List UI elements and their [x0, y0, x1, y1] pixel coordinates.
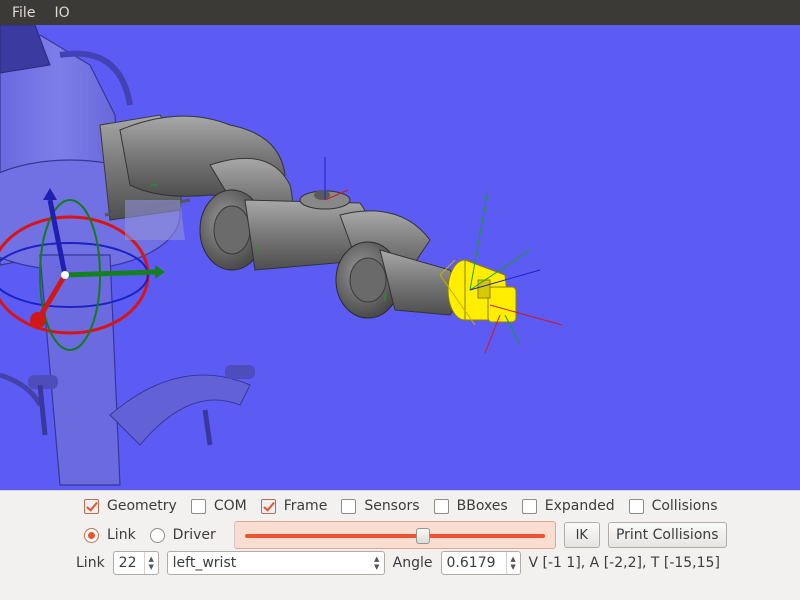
combo-arrows-icon[interactable]: ▲ ▼: [370, 552, 384, 574]
link-name-value[interactable]: left_wrist: [168, 555, 370, 571]
checkbox-box[interactable]: [260, 498, 276, 514]
spin-arrows-icon[interactable]: ▲ ▼: [143, 552, 158, 574]
menubar: File IO: [0, 0, 800, 25]
radio-label: Link: [107, 527, 136, 543]
angle-spinbox[interactable]: 0.6179 ▲ ▼: [440, 551, 521, 575]
slider-handle[interactable]: [416, 528, 431, 544]
expanded-checkbox[interactable]: Expanded: [521, 498, 615, 514]
angle-label: Angle: [392, 555, 433, 571]
control-panel: Geometry COM Frame Sensors BBoxes Expand…: [0, 490, 800, 600]
robot-scene: [0, 25, 563, 486]
menu-io[interactable]: IO: [42, 5, 76, 21]
frame-checkbox[interactable]: Frame: [260, 498, 328, 514]
checkbox-box[interactable]: [190, 498, 206, 514]
checkbox-box[interactable]: [84, 498, 99, 514]
print-collisions-button[interactable]: Print Collisions: [607, 522, 727, 548]
collisions-checkbox[interactable]: Collisions: [628, 498, 718, 514]
checkbox-label: Collisions: [651, 498, 718, 514]
bboxes-checkbox[interactable]: BBoxes: [433, 498, 508, 514]
checkbox-box[interactable]: [521, 498, 537, 514]
sensors-checkbox[interactable]: Sensors: [341, 498, 420, 514]
robot-3d-viewport[interactable]: [0, 25, 800, 490]
link-index-spinbox[interactable]: 22 ▲ ▼: [112, 551, 159, 575]
link-name-combobox[interactable]: left_wrist ▲ ▼: [166, 551, 385, 575]
driver-radio[interactable]: Driver: [149, 527, 216, 543]
link-label: Link: [76, 555, 105, 571]
mode-row: Link Driver IK Print Collisions: [0, 520, 800, 550]
radio-label: Driver: [172, 527, 216, 543]
checkbox-box[interactable]: [628, 498, 644, 514]
link-index-value[interactable]: 22: [114, 555, 144, 571]
joint-limits-text: V [-1 1], A [-2,2], T [-15,15]: [528, 555, 720, 571]
joint-slider[interactable]: [233, 521, 556, 549]
angle-value[interactable]: 0.6179: [442, 555, 506, 571]
radio-dot[interactable]: [149, 527, 165, 543]
spin-arrows-icon[interactable]: ▲ ▼: [505, 552, 520, 574]
checkbox-label: Expanded: [544, 498, 615, 514]
robot-arm: [99, 114, 458, 319]
checkbox-box[interactable]: [341, 498, 357, 514]
ik-button[interactable]: IK: [563, 522, 600, 548]
com-checkbox[interactable]: COM: [190, 498, 247, 514]
link-selection-row: Link 22 ▲ ▼ left_wrist ▲ ▼ Angle 0.6179 ▲ ▼…: [0, 550, 800, 576]
checkbox-label: BBoxes: [456, 498, 508, 514]
checkbox-box[interactable]: [433, 498, 449, 514]
slider-track[interactable]: [244, 534, 545, 538]
radio-dot[interactable]: [84, 527, 99, 543]
checkbox-label: Geometry: [107, 498, 177, 514]
menu-file[interactable]: File: [0, 5, 42, 21]
checkbox-label: Sensors: [364, 498, 420, 514]
checkbox-label: COM: [213, 498, 247, 514]
checkbox-label: Frame: [283, 498, 328, 514]
selected-link-left-wrist[interactable]: [447, 259, 517, 323]
link-radio[interactable]: Link: [84, 527, 136, 543]
geometry-checkbox[interactable]: Geometry: [84, 498, 177, 514]
display-options-row: Geometry COM Frame Sensors BBoxes Expand…: [0, 494, 800, 518]
